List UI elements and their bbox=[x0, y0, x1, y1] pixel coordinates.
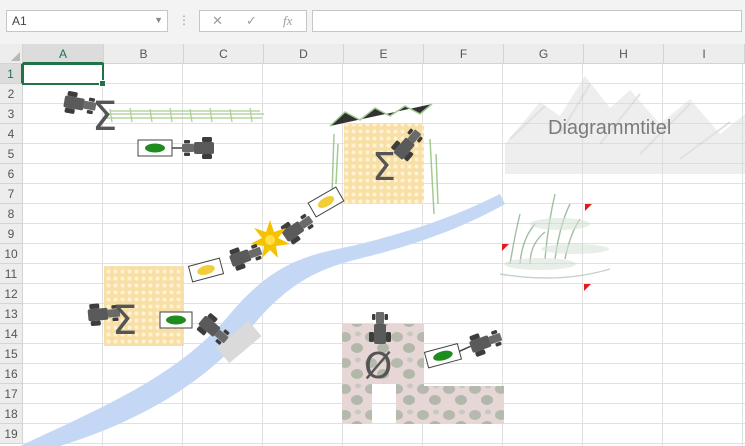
insert-function-icon[interactable]: fx bbox=[283, 13, 292, 29]
enter-icon[interactable]: ✓ bbox=[246, 13, 257, 29]
tractor-icon bbox=[278, 209, 318, 247]
formula-bar: A1 ▼ ⋮ ✕ ✓ fx bbox=[0, 0, 745, 45]
drawing-layer: Diagrammtitel Σ Σ Σ Ø bbox=[20, 76, 745, 446]
name-box[interactable]: A1 ▼ bbox=[6, 10, 168, 32]
chart-title[interactable]: Diagrammtitel bbox=[548, 117, 671, 139]
sigma-symbol-1: Σ bbox=[92, 94, 117, 140]
more-options-icon[interactable]: ⋮ bbox=[178, 13, 190, 27]
formula-input[interactable] bbox=[312, 10, 742, 32]
tractor-icon bbox=[182, 137, 214, 159]
sign-green-1 bbox=[137, 139, 186, 157]
chevron-down-icon[interactable]: ▼ bbox=[154, 15, 163, 25]
grass-strip bbox=[104, 107, 264, 123]
tractor-icon bbox=[467, 326, 505, 358]
sign-yellow-1 bbox=[307, 186, 345, 218]
sigma-symbol-2: Σ bbox=[372, 145, 396, 189]
sign-yellow-2 bbox=[187, 257, 225, 283]
sigma-symbol-3: Σ bbox=[112, 298, 137, 344]
sign-green-3 bbox=[423, 343, 471, 369]
name-box-value: A1 bbox=[12, 14, 27, 28]
cancel-icon[interactable]: ✕ bbox=[212, 13, 223, 29]
formula-buttons: ✕ ✓ fx bbox=[199, 10, 307, 32]
diameter-symbol: Ø bbox=[364, 346, 392, 387]
sign-green-2 bbox=[159, 311, 193, 329]
grass-tufts bbox=[499, 193, 611, 279]
